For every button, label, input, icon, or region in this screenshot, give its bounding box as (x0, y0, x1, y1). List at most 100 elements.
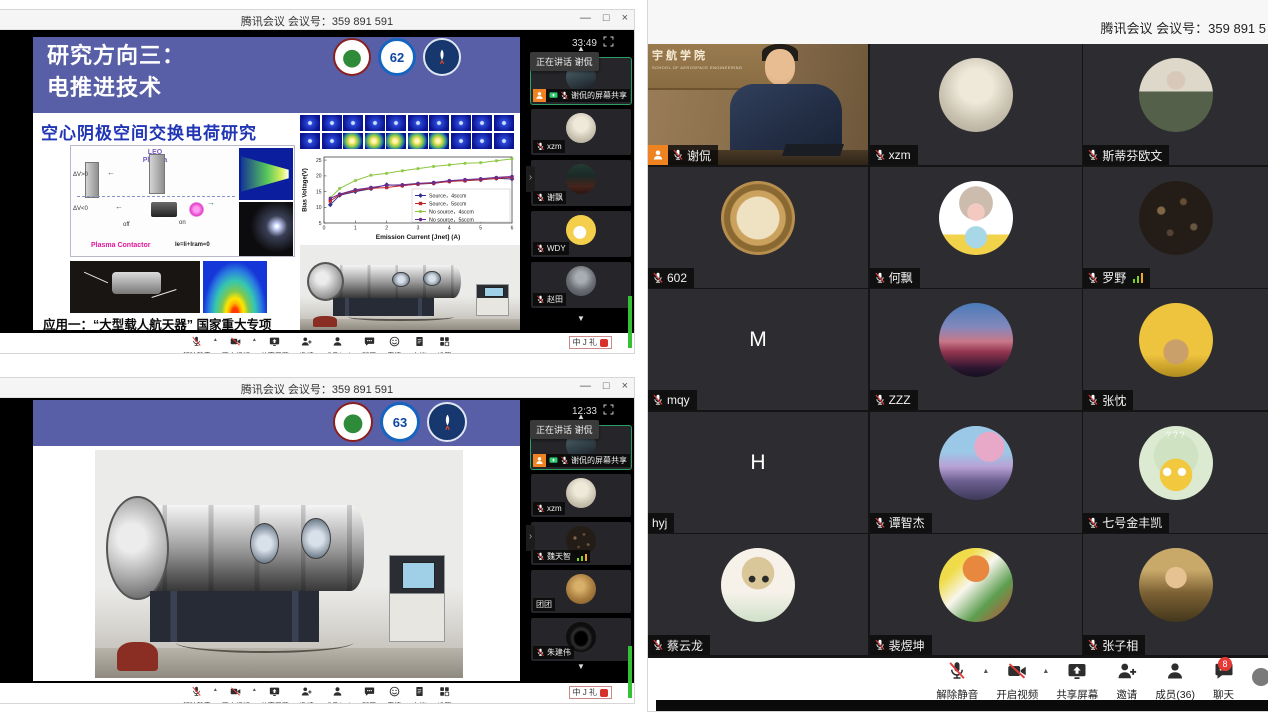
participant-tile[interactable]: 谢飘 (531, 160, 631, 206)
meeting-window-bottom: 腾讯会议 会议号：359 891 591 — □ × 63 (0, 378, 634, 703)
participant-tile[interactable]: 张忱 (1083, 289, 1268, 410)
toolbar-camera-button[interactable]: ▲开启视频 (996, 661, 1038, 700)
participant-tile[interactable]: 朱建伟 (531, 618, 631, 661)
ime-toolbar[interactable]: 中 J 礼 (569, 686, 612, 699)
toolbar-members-button[interactable]: 成员(36) (1155, 661, 1195, 700)
host-badge-icon (533, 454, 546, 467)
toolbar-share-screen-button[interactable]: 共享屏幕 (261, 334, 289, 353)
leo-plasma-diagram: LEO Plasma ΔV>0 ΔV<0 off on Plasma Conta… (70, 145, 295, 257)
toolbar-label: 成员(47) (325, 701, 351, 703)
scroll-down-button[interactable]: ▼ (528, 662, 634, 671)
toolbar-invite-button[interactable]: 邀请 (300, 684, 314, 703)
toolbar-camera-button[interactable]: ▲开启视频 (222, 684, 250, 703)
participant-tile[interactable]: WDY (531, 211, 631, 257)
collapse-panel-button[interactable]: › (526, 166, 535, 192)
caret-up-icon[interactable]: ▲ (982, 668, 989, 675)
avatar (566, 574, 596, 604)
more-button-partial[interactable] (1252, 668, 1268, 686)
participant-tile[interactable]: 蔡云龙 (648, 534, 868, 655)
toolbar-unmute-button[interactable]: ▲解除静音 (183, 334, 211, 353)
share-screen-icon (269, 334, 280, 352)
invite-icon (301, 334, 312, 352)
participant-tile[interactable]: xzm (531, 109, 631, 155)
arrow-icon: ← (107, 168, 115, 177)
close-button[interactable]: × (622, 12, 628, 24)
participant-tile[interactable]: Mmqy (648, 289, 868, 410)
participant-name: 团团 (536, 599, 552, 610)
toolbar-unmute-button[interactable]: ▲解除静音 (936, 661, 978, 700)
diagram-source-box (151, 202, 177, 217)
participant-name: 张子相 (1102, 637, 1138, 654)
participant-tile[interactable]: 斯蒂芬欧文 (1083, 44, 1268, 165)
caret-up-icon[interactable]: ▲ (1042, 668, 1049, 675)
mic-muted-icon (536, 552, 545, 561)
caret-up-icon[interactable]: ▲ (213, 337, 218, 343)
toolbar-invite-button[interactable]: 邀请 (1116, 661, 1137, 700)
participant-name: 朱建伟 (547, 647, 571, 658)
participant-tile[interactable]: 602 (648, 167, 868, 288)
caret-up-icon[interactable]: ▲ (252, 687, 257, 693)
toolbar-docs-button[interactable]: 文档 (412, 684, 426, 703)
participant-tile[interactable]: ???七号金丰凯 (1083, 412, 1268, 533)
simulation-contour-image (203, 261, 267, 313)
toolbar-members-button[interactable]: 成员(47) (325, 334, 351, 353)
label-off: off (123, 222, 130, 228)
participant-tile[interactable]: 魏天智 (531, 522, 631, 565)
minimize-button[interactable]: — (580, 380, 591, 392)
mic-muted-icon (874, 517, 886, 529)
avatar: M (721, 303, 795, 377)
name-label-row: 裴煜坤 (870, 635, 932, 655)
scroll-down-button[interactable]: ▼ (528, 314, 634, 323)
close-button[interactable]: × (622, 380, 628, 392)
participant-tile[interactable]: 裴煜坤 (870, 534, 1082, 655)
ime-mode-text: 中 J 礼 (573, 687, 597, 698)
minimize-button[interactable]: — (580, 12, 591, 24)
participant-tile[interactable]: xzm (531, 474, 631, 517)
toolbar-chat-button[interactable]: 聊天 (362, 334, 376, 353)
participant-tile[interactable]: xzm (870, 44, 1082, 165)
toolbar-share-screen-button[interactable]: 共享屏幕 (1056, 661, 1098, 700)
mic-muted-icon (652, 639, 664, 651)
toolbar-chat-button[interactable]: 聊天 (362, 684, 376, 703)
participant-name: ZZZ (889, 393, 911, 407)
toolbar-emoji-button[interactable]: 表情 (387, 334, 401, 353)
toolbar-unmute-button[interactable]: ▲解除静音 (183, 684, 211, 703)
maximize-button[interactable]: □ (603, 380, 610, 392)
fullscreen-icon[interactable] (603, 402, 614, 420)
laptop (782, 144, 844, 156)
participant-tile[interactable]: ZZZ (870, 289, 1082, 410)
participant-tile[interactable]: 罗野 (1083, 167, 1268, 288)
toolbar-camera-button[interactable]: ▲开启视频 (222, 334, 250, 353)
host-badge-icon (533, 89, 546, 102)
mic-muted-icon (536, 504, 545, 513)
ime-logo-icon (600, 339, 608, 347)
maximize-button[interactable]: □ (603, 12, 610, 24)
participant-tile[interactable]: 张子相 (1083, 534, 1268, 655)
svg-text:Bias Voltage(V): Bias Voltage(V) (303, 168, 309, 212)
label-plasma-contactor: Plasma Contactor (91, 242, 151, 249)
collapse-panel-button[interactable]: › (526, 525, 535, 551)
toolbar-chat-button[interactable]: 8聊天 (1213, 661, 1234, 700)
participant-tile[interactable]: 团团 (531, 570, 631, 613)
chat-unread-badge: 8 (1218, 657, 1232, 671)
participant-tile[interactable]: 谭智杰 (870, 412, 1082, 533)
caret-up-icon[interactable]: ▲ (252, 337, 257, 343)
participant-tile[interactable]: 何飘 (870, 167, 1082, 288)
participant-tile[interactable]: Hhyj (648, 412, 868, 533)
toolbar-emoji-button[interactable]: 表情 (387, 684, 401, 703)
toolbar-settings-button[interactable]: 设置 (437, 334, 451, 353)
speaking-tooltip: 正在讲话 谢侃 (530, 52, 599, 71)
toolbar-docs-button[interactable]: 文档 (412, 334, 426, 353)
toolbar-settings-button[interactable]: 设置 (437, 684, 451, 703)
ime-mode-text: 中 J 礼 (573, 337, 597, 348)
plasma-strips (300, 115, 517, 151)
fullscreen-icon[interactable] (603, 34, 614, 52)
participant-tile[interactable]: 赵田 (531, 262, 631, 308)
svg-text:Emission Current [Jnet] (A): Emission Current [Jnet] (A) (376, 234, 461, 241)
toolbar-members-button[interactable]: 成员(47) (325, 684, 351, 703)
ime-toolbar[interactable]: 中 J 礼 (569, 336, 612, 349)
caret-up-icon[interactable]: ▲ (213, 687, 218, 693)
participant-tile[interactable]: 宇航学院 SCHOOL OF AEROSPACE ENGINEERING 谢侃 (648, 44, 868, 165)
toolbar-share-screen-button[interactable]: 共享屏幕 (261, 684, 289, 703)
toolbar-invite-button[interactable]: 邀请 (300, 334, 314, 353)
